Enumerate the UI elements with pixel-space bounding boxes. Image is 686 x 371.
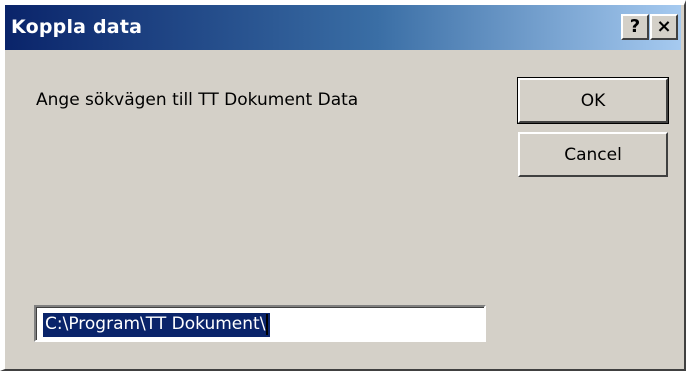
- path-input-value: C:\Program\TT Dokument\: [43, 313, 271, 337]
- path-input[interactable]: C:\Program\TT Dokument\: [34, 305, 486, 342]
- cancel-button[interactable]: Cancel: [518, 132, 668, 177]
- window-title: Koppla data: [11, 16, 143, 38]
- ok-button-label: OK: [580, 90, 606, 111]
- close-icon: ×: [656, 16, 672, 37]
- path-prompt-label: Ange sökvägen till TT Dokument Data: [36, 90, 359, 110]
- cancel-button-label: Cancel: [564, 144, 622, 165]
- title-bar[interactable]: Koppla data ? ×: [5, 5, 681, 50]
- text-caret: [266, 314, 269, 335]
- help-button[interactable]: ?: [621, 14, 649, 40]
- close-button[interactable]: ×: [650, 14, 678, 40]
- question-mark-icon: ?: [629, 16, 641, 37]
- ok-button[interactable]: OK: [517, 77, 669, 124]
